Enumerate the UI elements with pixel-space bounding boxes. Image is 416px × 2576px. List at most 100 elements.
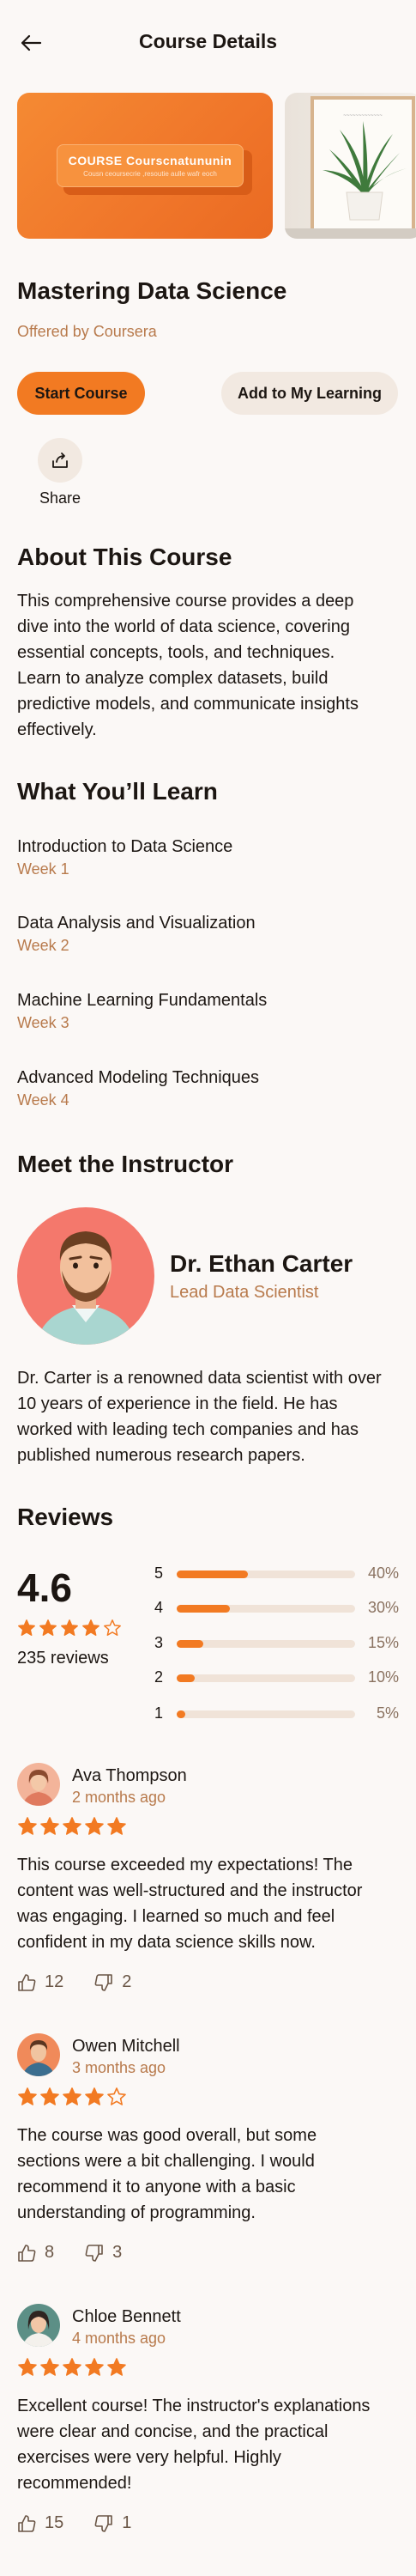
rating-bar-percent: 10%	[367, 1668, 399, 1686]
share-button[interactable]	[38, 438, 82, 483]
learn-item-title: Machine Learning Fundamentals	[17, 991, 268, 1010]
learn-item[interactable]: Introduction to Data Science Week 1	[17, 837, 399, 878]
share-icon	[52, 453, 68, 468]
like-button[interactable]: 12	[17, 1972, 63, 1992]
learn-item[interactable]: Advanced Modeling Techniques Week 4	[17, 1068, 399, 1109]
review-line: was engaging. I learned so much and feel	[17, 1907, 335, 1926]
thumbs-up-icon	[18, 2514, 36, 2532]
review-line: recommended!	[17, 2474, 132, 2493]
review-line: exercises were very helpful. Highly	[17, 2448, 281, 2467]
thumbs-up-icon	[18, 1973, 36, 1991]
rating-bar-fill	[177, 1674, 195, 1682]
star-empty-icon	[107, 2087, 126, 2105]
rating-bar-star: 3	[154, 1634, 164, 1651]
star-filled-icon	[85, 2358, 104, 2376]
star-filled-icon	[82, 1619, 99, 1636]
learn-item[interactable]: Machine Learning Fundamentals Week 3	[17, 991, 399, 1032]
add-to-my-learning-button[interactable]: Add to My Learning	[221, 372, 398, 415]
bio-line: 10 years of experience in the field. He …	[17, 1394, 338, 1413]
start-course-button[interactable]: Start Course	[17, 372, 145, 415]
review-text: This course exceeded my expectations! Th…	[17, 1852, 399, 1955]
like-count: 15	[45, 2513, 64, 2532]
like-count: 12	[45, 1972, 64, 1991]
star-filled-icon	[40, 2087, 59, 2105]
rating-bar-percent: 30%	[367, 1599, 399, 1616]
reviewer-portrait	[22, 2040, 55, 2076]
reviewer-avatar	[17, 1763, 60, 1806]
star-filled-icon	[63, 1817, 81, 1835]
rating-bar-star: 1	[154, 1704, 164, 1722]
plant-illustration	[323, 121, 407, 221]
like-button[interactable]: 8	[17, 2243, 54, 2263]
about-section-title: About This Course	[17, 544, 232, 570]
like-button[interactable]: 15	[17, 2513, 63, 2533]
banner-subtitle: Cousn ceoursecrie ,resoutie aulle wafr e…	[83, 170, 217, 178]
about-line: predictive models, and communicate insig…	[17, 695, 359, 714]
instructor-avatar	[17, 1207, 154, 1345]
carousel-slide-plant[interactable]: ~~~~~~~~~~~~~	[285, 93, 416, 239]
rating-bar-fill	[177, 1571, 249, 1578]
star-filled-icon	[63, 2358, 81, 2376]
learn-item-week: Week 4	[17, 1091, 69, 1109]
rating-bar-track	[177, 1605, 355, 1613]
bio-line: worked with leading tech companies and h…	[17, 1420, 359, 1439]
rating-bar-star: 2	[154, 1668, 164, 1686]
rating-bar-2: 2 10%	[154, 1668, 399, 1687]
star-filled-icon	[63, 2087, 81, 2105]
reviews-section-title: Reviews	[17, 1504, 114, 1530]
review-stars	[17, 2087, 127, 2107]
star-empty-icon	[104, 1619, 121, 1636]
dislike-button[interactable]: 2	[94, 1972, 131, 1992]
star-filled-icon	[85, 1817, 104, 1835]
learn-item[interactable]: Data Analysis and Visualization Week 2	[17, 914, 399, 955]
star-filled-icon	[107, 2358, 126, 2376]
reviewer-avatar	[17, 2033, 60, 2076]
star-filled-icon	[107, 1817, 126, 1835]
review-card: Owen Mitchell 3 months ago The course wa…	[17, 2033, 399, 2262]
review-line: The course was good overall, but some	[17, 2126, 317, 2145]
learn-item-week: Week 1	[17, 860, 69, 878]
dislike-count: 1	[122, 2513, 132, 2532]
course-image-carousel[interactable]: COURSE Courscnatununin Cousn ceoursecrie…	[17, 93, 416, 239]
star-filled-icon	[40, 2358, 59, 2376]
learn-item-week: Week 2	[17, 937, 69, 954]
rating-bar-star: 5	[154, 1564, 164, 1582]
learn-item-title: Advanced Modeling Techniques	[17, 1068, 260, 1087]
thumbs-up-icon	[18, 2244, 36, 2262]
star-filled-icon	[40, 1817, 59, 1835]
course-title: Mastering Data Science	[17, 277, 287, 304]
thumbs-down-icon	[94, 2514, 113, 2532]
instructor-portrait	[36, 1231, 136, 1345]
instructor-role: Lead Data Scientist	[170, 1283, 319, 1302]
reviewer-name: Chloe Bennett	[72, 2307, 181, 2326]
thumbs-down-icon	[85, 2244, 103, 2262]
carousel-slide-course-banner[interactable]: COURSE Courscnatununin Cousn ceoursecrie…	[17, 93, 273, 239]
bio-line: Dr. Carter is a renowned data scientist …	[17, 1369, 382, 1388]
rating-bar-fill	[177, 1710, 186, 1718]
reviewer-name: Ava Thompson	[72, 1766, 187, 1785]
review-text: Excellent course! The instructor's expla…	[17, 2393, 399, 2496]
rating-bar-fill	[177, 1605, 231, 1613]
dislike-count: 3	[112, 2243, 123, 2262]
rating-bar-track	[177, 1710, 355, 1718]
dislike-button[interactable]: 1	[94, 2513, 131, 2533]
review-date: 2 months ago	[72, 1789, 166, 1806]
review-count: 235 reviews	[17, 1649, 109, 1668]
about-line: dive into the world of data science, cov…	[17, 617, 350, 636]
review-card: Ava Thompson 2 months ago This course ex…	[17, 1763, 399, 1991]
about-line: This comprehensive course provides a dee…	[17, 592, 354, 611]
rating-bar-track	[177, 1640, 355, 1648]
star-filled-icon	[18, 1619, 35, 1636]
review-line: confident in my data science skills now.	[17, 1933, 316, 1952]
review-text: The course was good overall, but some se…	[17, 2123, 399, 2226]
instructor-bio: Dr. Carter is a renowned data scientist …	[17, 1365, 399, 1468]
star-filled-icon	[18, 2358, 37, 2376]
review-actions: 15 1	[17, 2513, 162, 2533]
rating-bar-percent: 40%	[367, 1564, 399, 1582]
dislike-button[interactable]: 3	[85, 2243, 122, 2263]
rating-bar-percent: 5%	[376, 1704, 399, 1722]
reviewer-avatar	[17, 2304, 60, 2347]
about-line: essential concepts, tools, and technique…	[17, 643, 335, 662]
course-details-page: Course Details COURSE Courscnatununin Co…	[0, 0, 416, 2576]
review-line: content was well-structured and the inst…	[17, 1881, 363, 1900]
